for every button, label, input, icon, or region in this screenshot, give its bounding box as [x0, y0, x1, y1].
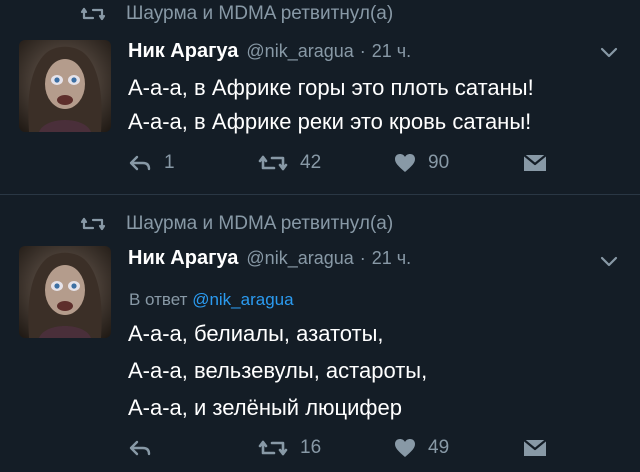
retweet-icon [80, 217, 106, 231]
tweet-text-line: А-а-а, и зелёный люцифер [128, 395, 403, 420]
display-name[interactable]: Ник Арагуа [128, 247, 238, 270]
like-count: 49 [428, 437, 450, 458]
tweet-card[interactable]: Шаурма и MDMA ретвитнул(а) Ник Арагуа @n… [0, 195, 640, 472]
tweet-actions: 16 49 [128, 433, 628, 463]
user-handle[interactable]: @nik_aragua [246, 248, 353, 269]
retweet-context[interactable]: Шаурма и MDMA ретвитнул(а) [80, 2, 393, 26]
retweet-icon [258, 440, 288, 456]
retweet-by-text: Шаурма и MDMA ретвитнул(а) [126, 213, 394, 234]
retweet-count: 42 [300, 152, 322, 173]
retweet-button[interactable]: 16 [258, 433, 321, 463]
tweet-card[interactable]: Шаурма и MDMA ретвитнул(а) Ник Арагуа @n… [0, 0, 640, 194]
reply-handle-link[interactable]: @nik_aragua [192, 290, 293, 309]
retweet-by-text: Шаурма и MDMA ретвитнул(а) [126, 3, 394, 24]
avatar[interactable] [19, 246, 111, 338]
tweet-header: Ник Арагуа @nik_aragua · 21 ч. [128, 40, 411, 66]
envelope-icon [523, 154, 547, 171]
tweet-text-line: А-а-а, белиалы, азатоты, [128, 321, 384, 346]
envelope-icon [523, 439, 547, 456]
retweet-icon [80, 7, 106, 21]
heart-icon [395, 154, 415, 172]
like-count: 90 [428, 152, 450, 173]
reply-icon [129, 155, 151, 171]
heart-icon [395, 439, 415, 457]
retweet-button[interactable]: 42 [258, 148, 321, 178]
avatar[interactable] [19, 40, 111, 132]
avatar-image [28, 46, 102, 132]
tweet-text-line: А-а-а, в Африке горы это плоть сатаны! [128, 75, 534, 100]
reply-button[interactable] [128, 433, 164, 463]
direct-message-button[interactable] [523, 433, 547, 463]
tweet-text-line: А-а-а, в Африке реки это кровь сатаны! [128, 109, 532, 134]
tweet-actions: 1 42 90 [128, 148, 628, 178]
reply-icon [129, 440, 151, 456]
separator-dot: · [359, 248, 366, 268]
user-handle[interactable]: @nik_aragua [246, 41, 353, 62]
retweet-context[interactable]: Шаурма и MDMA ретвитнул(а) [80, 212, 393, 236]
separator-dot: · [359, 41, 366, 61]
reply-context: В ответ @nik_aragua [129, 290, 294, 310]
timeline: Шаурма и MDMA ретвитнул(а) Ник Арагуа @n… [0, 0, 640, 472]
avatar-image [28, 252, 102, 338]
timestamp[interactable]: 21 ч. [372, 41, 411, 62]
like-button[interactable]: 90 [394, 148, 449, 178]
reply-button[interactable]: 1 [128, 148, 175, 178]
tweet-text: А-а-а, белиалы, азатоты, А-а-а, вельзеву… [128, 315, 427, 426]
tweet-text: А-а-а, в Африке горы это плоть сатаны! А… [128, 71, 534, 139]
direct-message-button[interactable] [523, 148, 547, 178]
retweet-count: 16 [300, 437, 322, 458]
reply-prefix: В ответ [129, 290, 188, 309]
timestamp[interactable]: 21 ч. [372, 248, 411, 269]
reply-count: 1 [164, 152, 175, 173]
tweet-text-line: А-а-а, вельзевулы, астароты, [128, 358, 428, 383]
display-name[interactable]: Ник Арагуа [128, 40, 238, 63]
tweet-header: Ник Арагуа @nik_aragua · 21 ч. [128, 247, 411, 273]
chevron-down-icon[interactable] [599, 46, 619, 60]
like-button[interactable]: 49 [394, 433, 449, 463]
retweet-icon [258, 155, 288, 171]
chevron-down-icon[interactable] [599, 255, 619, 269]
